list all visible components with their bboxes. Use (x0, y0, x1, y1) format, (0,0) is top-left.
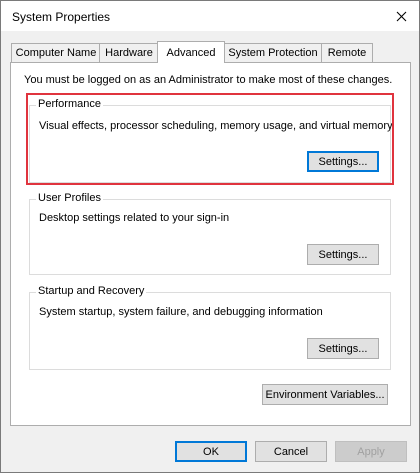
title-bar: System Properties (1, 1, 419, 31)
close-button[interactable] (389, 5, 413, 27)
performance-settings-button[interactable]: Settings... (307, 151, 379, 172)
startup-recovery-settings-button[interactable]: Settings... (307, 338, 379, 359)
system-properties-dialog: System Properties Computer Name Hardware… (0, 0, 420, 473)
close-icon (396, 11, 406, 21)
user-profiles-description: Desktop settings related to your sign-in (39, 212, 230, 224)
user-profiles-settings-button[interactable]: Settings... (307, 244, 379, 265)
window-title: System Properties (12, 10, 111, 24)
admin-notice: You must be logged on as an Administrato… (24, 74, 393, 86)
performance-label: Performance (36, 98, 103, 110)
environment-variables-button[interactable]: Environment Variables... (262, 384, 388, 405)
cancel-button[interactable]: Cancel (255, 441, 327, 462)
startup-recovery-description: System startup, system failure, and debu… (39, 306, 323, 318)
tab-advanced[interactable]: Advanced (157, 41, 225, 63)
startup-recovery-label: Startup and Recovery (36, 285, 147, 297)
apply-button[interactable]: Apply (335, 441, 407, 462)
user-profiles-label: User Profiles (36, 192, 103, 204)
ok-button[interactable]: OK (175, 441, 247, 462)
tab-hardware[interactable]: Hardware (99, 43, 159, 62)
performance-description: Visual effects, processor scheduling, me… (39, 120, 393, 132)
tab-computer-name[interactable]: Computer Name (11, 43, 101, 62)
tab-system-protection[interactable]: System Protection (223, 43, 323, 62)
tab-remote[interactable]: Remote (321, 43, 373, 62)
